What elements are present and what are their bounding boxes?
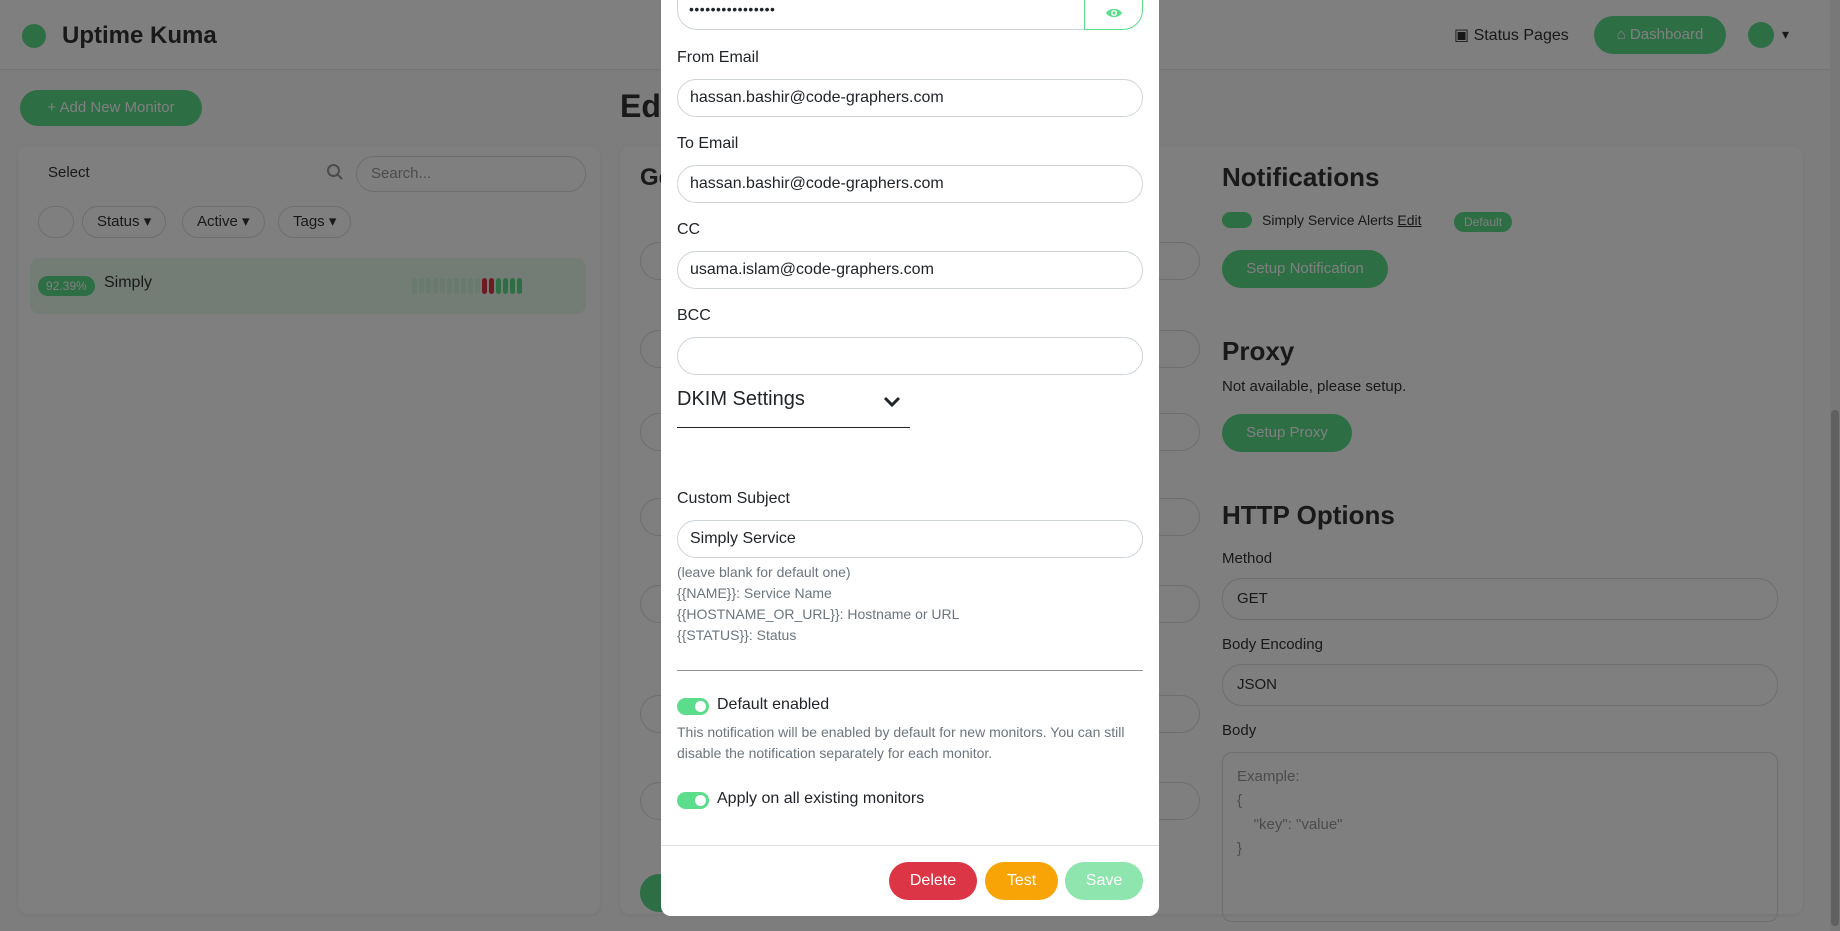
save-button[interactable]: Save <box>1065 862 1143 900</box>
from-email-field[interactable]: hassan.bashir@code-graphers.com <box>677 79 1143 117</box>
delete-button[interactable]: Delete <box>889 862 977 900</box>
dkim-settings-label: DKIM Settings <box>677 388 805 410</box>
bcc-label: BCC <box>677 307 711 324</box>
custom-subject-label: Custom Subject <box>677 490 790 507</box>
modal-footer-divider <box>661 845 1159 846</box>
custom-subject-help: (leave blank for default one) {{NAME}}: … <box>677 562 959 646</box>
help-line: (leave blank for default one) <box>677 564 851 580</box>
password-value: •••••••••••••••• <box>689 1 776 17</box>
divider <box>677 670 1143 671</box>
default-enabled-switch[interactable] <box>677 698 709 715</box>
notification-dialog: •••••••••••••••• From Email hassan.bashi… <box>661 0 1159 916</box>
custom-subject-field[interactable]: Simply Service <box>677 520 1143 558</box>
cc-label: CC <box>677 221 701 238</box>
toggle-password-button[interactable] <box>1084 0 1143 30</box>
chevron-down-icon <box>883 396 901 408</box>
apply-existing-label: Apply on all existing monitors <box>717 790 925 807</box>
bcc-field[interactable] <box>677 337 1143 375</box>
help-line: {{STATUS}}: Status <box>677 627 797 643</box>
to-email-field[interactable]: hassan.bashir@code-graphers.com <box>677 165 1143 203</box>
help-line: {{HOSTNAME_OR_URL}}: Hostname or URL <box>677 606 960 622</box>
cc-field[interactable]: usama.islam@code-graphers.com <box>677 251 1143 289</box>
apply-existing-switch[interactable] <box>677 792 709 809</box>
help-line: {{NAME}}: Service Name <box>677 585 832 601</box>
eye-icon <box>1106 8 1122 18</box>
test-button[interactable]: Test <box>985 862 1058 900</box>
default-enabled-help: This notification will be enabled by def… <box>677 724 1125 761</box>
to-email-label: To Email <box>677 135 739 152</box>
from-email-label: From Email <box>677 49 759 66</box>
default-enabled-label: Default enabled <box>717 696 830 713</box>
dkim-settings-toggle[interactable]: DKIM Settings <box>677 376 910 428</box>
